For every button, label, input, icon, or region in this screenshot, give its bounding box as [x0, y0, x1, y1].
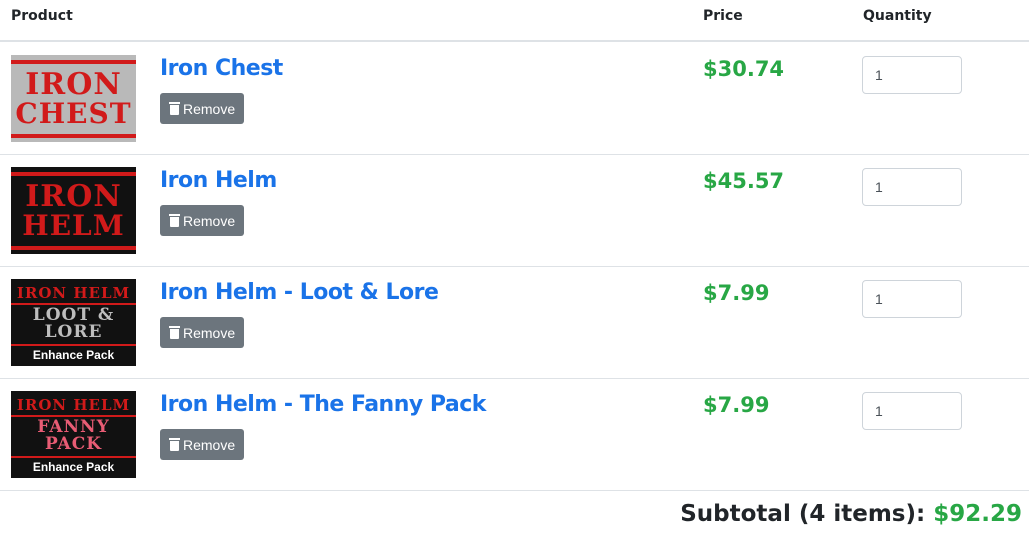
product-price: $7.99: [703, 281, 770, 305]
quantity-input[interactable]: [862, 168, 962, 206]
remove-button[interactable]: Remove: [160, 93, 245, 124]
cart-table-header: Product Price Quantity: [0, 0, 1029, 42]
remove-button[interactable]: Remove: [160, 429, 245, 460]
quantity-input[interactable]: [862, 392, 962, 430]
remove-label: Remove: [183, 212, 236, 229]
subtotal: Subtotal (4 items): $92.29: [680, 501, 1022, 527]
product-thumbnail[interactable]: IRON CHEST: [11, 55, 136, 142]
subtotal-label: Subtotal (4 items):: [680, 501, 926, 527]
product-price: $30.74: [703, 57, 785, 81]
trash-icon: [169, 438, 180, 451]
product-thumbnail[interactable]: IRON HELM LOOT & LORE Enhance Pack: [11, 279, 136, 366]
cart-row: IRON CHEST Iron Chest Remove $30.74: [0, 43, 1029, 155]
product-name-link[interactable]: Iron Chest: [160, 56, 283, 81]
cart-row: IRON HELM FANNY PACK Enhance Pack Iron H…: [0, 379, 1029, 491]
remove-button[interactable]: Remove: [160, 317, 245, 348]
product-name-link[interactable]: Iron Helm: [160, 168, 277, 193]
quantity-input[interactable]: [862, 280, 962, 318]
product-price: $7.99: [703, 393, 770, 417]
quantity-input[interactable]: [862, 56, 962, 94]
product-thumbnail[interactable]: IRON HELM FANNY PACK Enhance Pack: [11, 391, 136, 478]
trash-icon: [169, 214, 180, 227]
header-quantity: Quantity: [863, 8, 932, 24]
remove-button[interactable]: Remove: [160, 205, 245, 236]
product-price: $45.57: [703, 169, 785, 193]
product-name-link[interactable]: Iron Helm - The Fanny Pack: [160, 392, 486, 417]
cart-row: IRON HELM LOOT & LORE Enhance Pack Iron …: [0, 267, 1029, 379]
remove-label: Remove: [183, 436, 236, 453]
trash-icon: [169, 326, 180, 339]
subtotal-amount: $92.29: [933, 501, 1022, 527]
remove-label: Remove: [183, 324, 236, 341]
header-product: Product: [11, 8, 73, 24]
cart-row: IRON HELM Iron Helm Remove $45.57: [0, 155, 1029, 267]
product-name-link[interactable]: Iron Helm - Loot & Lore: [160, 280, 439, 305]
product-thumbnail[interactable]: IRON HELM: [11, 167, 136, 254]
remove-label: Remove: [183, 100, 236, 117]
header-price: Price: [703, 8, 743, 24]
trash-icon: [169, 102, 180, 115]
